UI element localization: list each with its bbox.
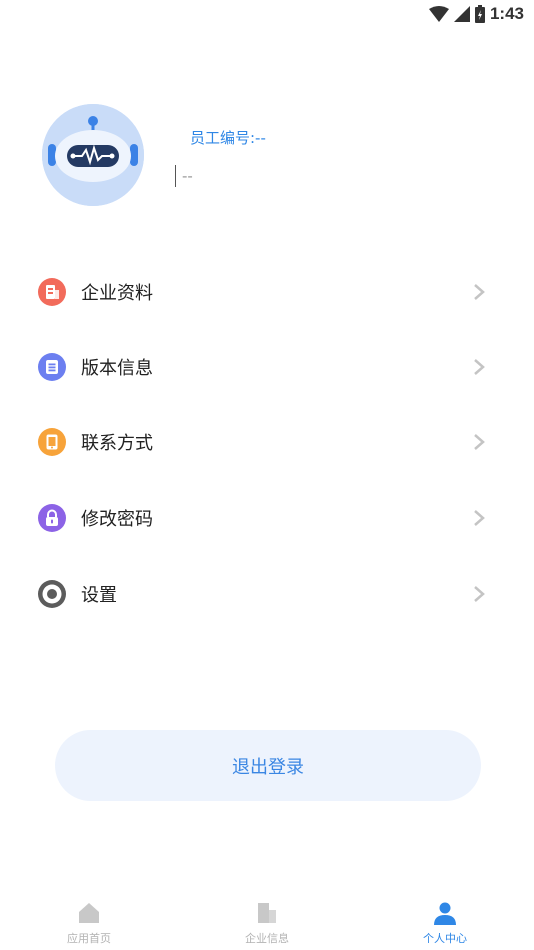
menu-item-company-profile[interactable]: 企业资料 [0, 262, 534, 322]
lock-icon [38, 504, 66, 532]
buildings-icon [258, 903, 276, 923]
status-time: 1:43 [489, 4, 524, 23]
name-value: -- [182, 167, 193, 185]
menu-item-settings[interactable]: 设置 [0, 564, 534, 624]
menu-item-change-password[interactable]: 修改密码 [0, 488, 534, 548]
tab-label: 企业信息 [245, 932, 289, 945]
text-cursor [175, 165, 176, 187]
menu-item-version-info[interactable]: 版本信息 [0, 337, 534, 397]
chevron-right-icon [474, 359, 485, 375]
menu-item-contact[interactable]: 联系方式 [0, 412, 534, 472]
signal-icon [453, 6, 470, 22]
chevron-right-icon [474, 284, 485, 300]
document-icon [38, 353, 66, 381]
employee-id: 员工编号:-- [190, 129, 266, 147]
tab-home[interactable]: 应用首页 [29, 895, 149, 950]
building-icon [38, 278, 66, 306]
wifi-icon [428, 6, 449, 22]
menu-item-label: 修改密码 [81, 509, 153, 530]
name-line: -- [175, 165, 193, 187]
chevron-right-icon [474, 586, 485, 602]
chevron-right-icon [474, 510, 485, 526]
menu-item-label: 版本信息 [81, 358, 153, 379]
battery-charging-icon [474, 5, 485, 23]
avatar[interactable] [42, 104, 144, 206]
bottom-nav: 应用首页 企业信息 个人中心 [0, 895, 534, 950]
status-bar: 1:43 [0, 0, 534, 28]
tab-label: 个人中心 [423, 932, 467, 945]
menu-item-label: 设置 [81, 585, 117, 606]
chevron-right-icon [474, 434, 485, 450]
tab-company-info[interactable]: 企业信息 [207, 895, 327, 950]
logout-label: 退出登录 [232, 756, 304, 778]
menu-item-label: 企业资料 [81, 283, 153, 304]
phone-icon [38, 428, 66, 456]
status-icons: 1:43 [428, 4, 524, 24]
settings-icon [38, 580, 66, 608]
logout-button[interactable]: 退出登录 [55, 730, 481, 801]
robot-avatar-icon [42, 104, 144, 206]
tab-personal-center[interactable]: 个人中心 [385, 895, 505, 950]
menu-item-label: 联系方式 [81, 433, 153, 454]
home-icon [79, 903, 99, 923]
person-icon [434, 902, 456, 925]
tab-label: 应用首页 [67, 932, 111, 945]
